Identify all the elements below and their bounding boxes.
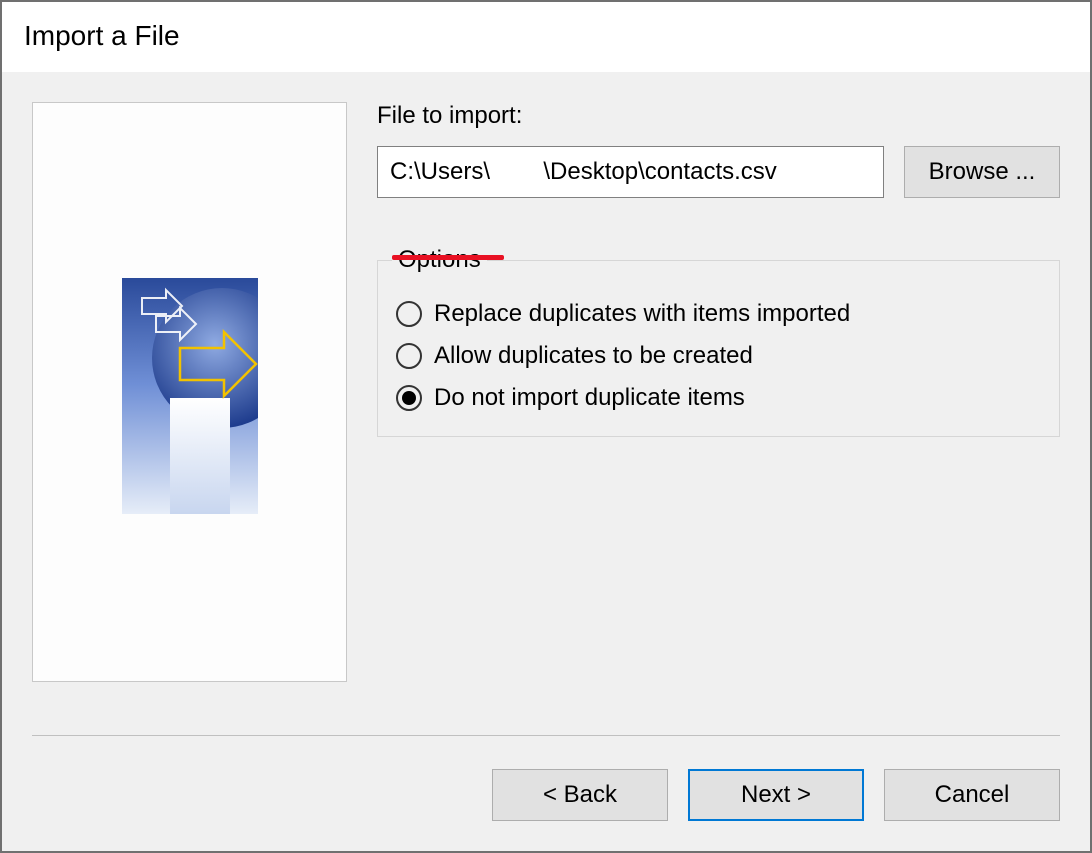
wizard-illustration-panel — [32, 102, 347, 682]
radio-label: Allow duplicates to be created — [434, 342, 753, 370]
options-legend: Options — [392, 246, 487, 274]
file-to-import-label: File to import: — [377, 102, 1060, 130]
radio-icon — [396, 385, 422, 411]
cancel-button[interactable]: Cancel — [884, 769, 1060, 821]
options-group: Options Replace duplicates with items im… — [377, 246, 1060, 437]
radio-label: Do not import duplicate items — [434, 384, 745, 412]
option-no-duplicates[interactable]: Do not import duplicate items — [396, 384, 1041, 412]
radio-label: Replace duplicates with items imported — [434, 300, 850, 328]
next-button[interactable]: Next > — [688, 769, 864, 821]
form-panel: File to import: Browse ... Options Repla… — [377, 102, 1060, 851]
dialog-body: File to import: Browse ... Options Repla… — [2, 72, 1090, 851]
radio-icon — [396, 343, 422, 369]
dialog-title: Import a File — [2, 2, 1090, 72]
option-replace-duplicates[interactable]: Replace duplicates with items imported — [396, 300, 1041, 328]
back-button[interactable]: < Back — [492, 769, 668, 821]
radio-selected-dot — [402, 391, 416, 405]
horizontal-separator — [32, 735, 1060, 736]
browse-button[interactable]: Browse ... — [904, 146, 1060, 198]
wizard-button-bar: < Back Next > Cancel — [492, 769, 1060, 821]
option-allow-duplicates[interactable]: Allow duplicates to be created — [396, 342, 1041, 370]
import-wizard-icon — [122, 278, 258, 514]
radio-icon — [396, 301, 422, 327]
red-underline-annotation — [392, 255, 504, 260]
file-input-row: Browse ... — [377, 146, 1060, 198]
file-path-input[interactable] — [377, 146, 884, 198]
